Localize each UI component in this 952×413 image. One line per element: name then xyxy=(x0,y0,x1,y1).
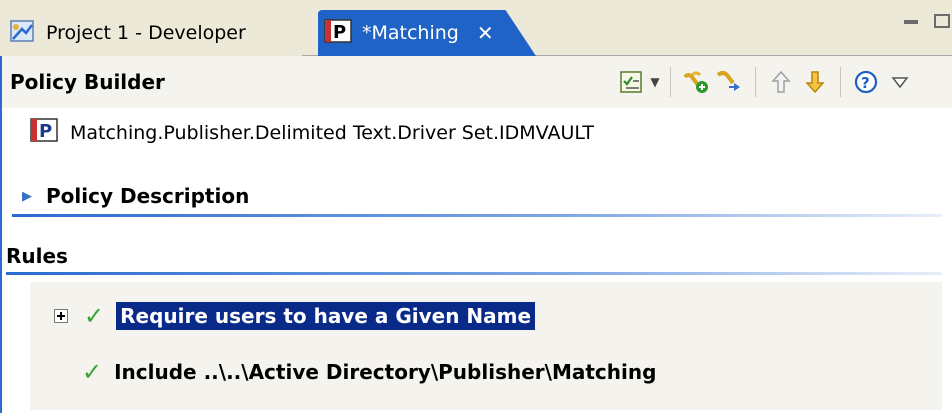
close-icon[interactable]: ✕ xyxy=(477,21,494,45)
policy-builder-toolbar: ▼ ? xyxy=(614,64,917,100)
tab-label: Project 1 - Developer xyxy=(46,22,246,44)
section-policy-description[interactable]: ▶ Policy Description xyxy=(22,184,249,208)
new-rule-icon[interactable] xyxy=(679,65,713,99)
policy-builder-header: Policy Builder ▼ ? xyxy=(0,56,952,108)
svg-text:P: P xyxy=(333,22,346,43)
outline-view-icon[interactable] xyxy=(614,65,648,99)
expand-plus-icon[interactable] xyxy=(54,309,68,323)
section-divider xyxy=(12,214,942,217)
toolbar-separator xyxy=(755,67,756,97)
policy-icon: P xyxy=(324,18,352,48)
view-menu-icon[interactable] xyxy=(883,65,917,99)
minimize-icon[interactable] xyxy=(904,20,918,24)
tab-project-developer[interactable]: Project 1 - Developer xyxy=(0,10,302,56)
maximize-icon[interactable] xyxy=(934,14,950,28)
simulate-icon[interactable] xyxy=(713,65,747,99)
toolbar-separator xyxy=(670,67,671,97)
rule-label: Include ..\..\Active Directory\Publisher… xyxy=(114,360,657,384)
svg-text:P: P xyxy=(39,121,52,142)
section-title: Policy Description xyxy=(46,184,250,208)
section-title: Rules xyxy=(6,244,68,268)
tab-matching[interactable]: P *Matching ✕ xyxy=(318,10,536,56)
policy-dn: Matching.Publisher.Delimited Text.Driver… xyxy=(70,121,594,144)
tab-label: *Matching xyxy=(362,22,459,44)
toolbar-separator xyxy=(840,67,841,97)
view-border xyxy=(0,108,2,413)
dropdown-arrow-icon[interactable]: ▼ xyxy=(648,65,662,99)
project-designer-icon xyxy=(10,19,36,48)
section-rules: Rules xyxy=(6,244,68,268)
editor-tab-strip: Project 1 - Developer P *Matching ✕ xyxy=(0,0,952,56)
rules-list: ✓ Require users to have a Given Name ✓ I… xyxy=(30,282,942,410)
svg-text:?: ? xyxy=(861,74,870,92)
rule-label: Require users to have a Given Name xyxy=(116,302,536,330)
checkmark-icon: ✓ xyxy=(84,302,105,330)
policy-name-line: P Matching.Publisher.Delimited Text.Driv… xyxy=(30,118,594,147)
rule-item[interactable]: ✓ Require users to have a Given Name xyxy=(54,302,536,330)
move-down-icon[interactable] xyxy=(798,65,832,99)
section-divider xyxy=(6,272,942,275)
checkmark-icon: ✓ xyxy=(82,358,103,386)
policy-icon: P xyxy=(30,118,58,147)
help-icon[interactable]: ? xyxy=(849,65,883,99)
rule-item[interactable]: ✓ Include ..\..\Active Directory\Publish… xyxy=(82,358,656,386)
move-up-icon[interactable] xyxy=(764,65,798,99)
expand-triangle-icon[interactable]: ▶ xyxy=(22,189,32,204)
page-title: Policy Builder xyxy=(10,70,165,94)
